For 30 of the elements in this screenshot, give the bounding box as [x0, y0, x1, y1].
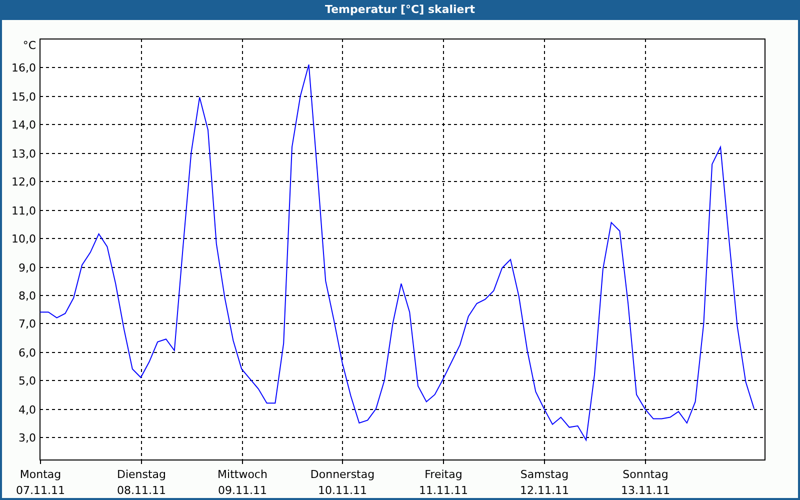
y-tick-label: 13,0 — [12, 148, 36, 160]
x-tick-weekday: Montag — [20, 468, 62, 481]
x-tick-weekday: Dienstag — [116, 468, 166, 481]
y-tick-label: 16,0 — [12, 62, 36, 74]
x-tick-date: 10.11.11 — [318, 484, 367, 497]
x-tick-date: 13.11.11 — [621, 484, 670, 497]
y-tick-label: 6,0 — [18, 346, 36, 360]
y-tick-label: 12,0 — [12, 176, 36, 188]
y-tick-label: 11,0 — [12, 204, 36, 218]
window-title: Temperatur [°C] skaliert — [0, 0, 800, 20]
x-tick-date: 08.11.11 — [117, 484, 166, 497]
y-tick-label: 10,0 — [12, 232, 36, 246]
x-tick-weekday: Freitag — [424, 468, 462, 481]
x-tick-date: 11.11.11 — [419, 484, 468, 497]
y-tick-label: 3,0 — [18, 432, 36, 444]
y-tick-label: 5,0 — [18, 374, 36, 388]
y-tick-label: 8,0 — [18, 290, 36, 302]
x-tick-date: 09.11.11 — [218, 484, 267, 497]
y-tick-label: 14,0 — [12, 118, 36, 132]
y-tick-label: 7,0 — [18, 318, 36, 330]
x-tick-weekday: Sonntag — [622, 468, 668, 481]
y-axis-unit: °C — [22, 39, 36, 52]
x-tick-weekday: Mittwoch — [218, 468, 268, 481]
y-tick-label: 9,0 — [18, 262, 36, 274]
x-tick-weekday: Donnerstag — [310, 468, 375, 481]
x-tick-date: 07.11.11 — [16, 484, 65, 497]
y-tick-label: 15,0 — [12, 90, 36, 104]
y-tick-label: 4,0 — [18, 404, 36, 416]
x-tick-date: 12.11.11 — [520, 484, 569, 497]
x-tick-weekday: Samstag — [520, 468, 569, 481]
